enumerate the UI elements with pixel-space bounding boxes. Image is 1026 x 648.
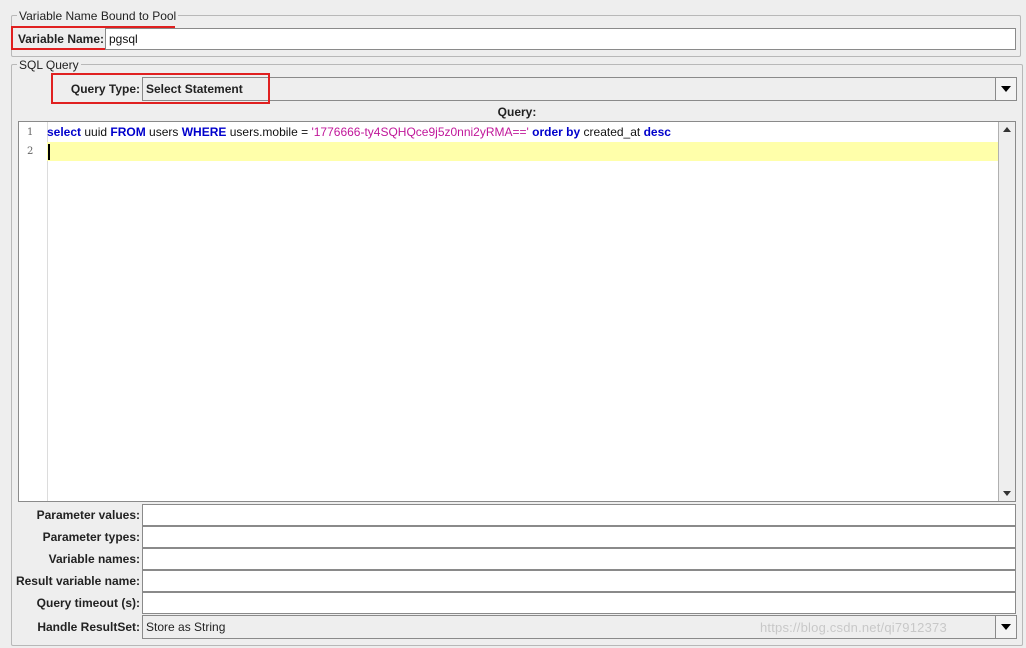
text-caret [48,144,50,160]
variable-name-label: Variable Name: [17,32,104,46]
line-number: 1 [27,127,34,138]
chevron-down-icon [1001,86,1011,92]
sql-text-token: users [145,125,182,139]
query-type-dropdown-button[interactable] [995,78,1016,100]
chevron-down-icon [1001,624,1011,630]
pool-legend: Variable Name Bound to Pool [17,9,179,23]
sql-text-token: users.mobile = [226,125,312,139]
query-label: Query: [497,105,537,119]
variable-name-input[interactable] [105,28,1016,50]
result-variable-name-label: Result variable name: [15,574,140,588]
scroll-down-button[interactable] [999,486,1015,501]
sql-keyword-token: desc [643,125,671,139]
code-line-1-text: select uuid FROM users WHERE users.mobil… [47,125,671,139]
editor-vertical-scrollbar[interactable] [998,122,1015,501]
result-variable-name-input[interactable] [142,570,1016,592]
sql-keyword-token: order by [532,125,581,139]
watermark-text: https://blog.csdn.net/qi7912373 [760,620,947,635]
sql-string-token: '1776666-ty4SQHQce9j5z0nni2yRMA==' [311,125,529,139]
arrow-down-icon [1003,491,1011,496]
handle-resultset-dropdown-button[interactable] [995,616,1016,638]
query-timeout-input[interactable] [142,592,1016,614]
variable-names-label: Variable names: [48,552,140,566]
variable-names-input[interactable] [142,548,1016,570]
query-editor[interactable]: 1 2 select uuid FROM users WHERE users.m… [18,121,1016,502]
parameter-types-input[interactable] [142,526,1016,548]
scroll-up-button[interactable] [999,122,1015,137]
line-number: 2 [27,146,34,157]
handle-resultset-value: Store as String [146,620,226,634]
sql-keyword-token: FROM [110,125,146,139]
sql-keyword-token: WHERE [181,125,227,139]
parameter-values-input[interactable] [142,504,1016,526]
line-number-gutter: 1 2 [19,122,48,501]
arrow-up-icon [1003,127,1011,132]
parameter-types-label: Parameter types: [42,530,140,544]
sql-query-legend: SQL Query [17,58,81,72]
sql-text-token: created_at [580,125,644,139]
handle-resultset-label: Handle ResultSet: [37,620,140,634]
sql-text-token: uuid [81,125,111,139]
query-type-highlight [51,73,270,104]
parameter-values-label: Parameter values: [36,508,140,522]
query-type-select[interactable]: Select Statement [142,77,1017,101]
sql-keyword-token: select [47,125,82,139]
query-timeout-label: Query timeout (s): [36,596,140,610]
code-line-1[interactable]: select uuid FROM users WHERE users.mobil… [47,123,998,142]
code-line-2-current[interactable] [47,142,998,161]
